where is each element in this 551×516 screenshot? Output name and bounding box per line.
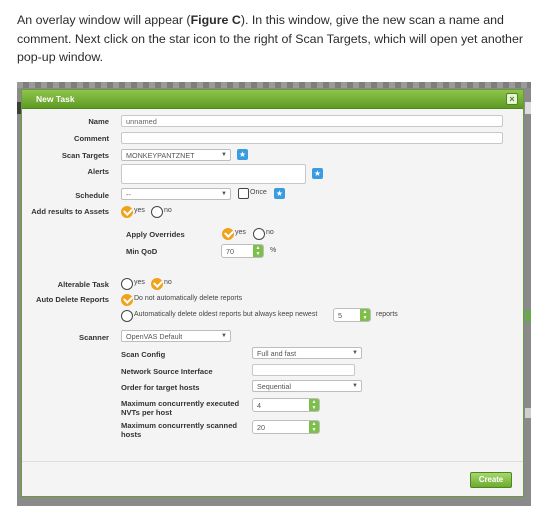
max-nvts-value: 4 [257, 401, 261, 410]
schedule-label: Schedule [75, 191, 109, 200]
chevron-down-icon: ▼ [221, 191, 227, 197]
auto-delete-off-radio[interactable] [121, 294, 133, 306]
max-hosts-stepper[interactable]: 20 ▲ ▼ [252, 420, 320, 434]
background-edge-right-grey [525, 408, 531, 418]
alterable-task-label: Alterable Task [57, 280, 109, 289]
alterable-no-radio[interactable] [151, 278, 163, 290]
order-value: Sequential [257, 382, 291, 391]
scan-config-value: Full and fast [257, 349, 297, 358]
auto-delete-off-label: Do not automatically delete reports [134, 295, 243, 302]
stepper-arrows-icon[interactable]: ▲ ▼ [253, 245, 263, 257]
scan-targets-value: MONKEYPANTZNET [126, 151, 195, 160]
max-nvts-label: Maximum concurrently executed NVTs per h… [121, 399, 240, 417]
schedule-select[interactable]: -- ▼ [121, 188, 231, 200]
auto-delete-count-value: 5 [338, 311, 342, 320]
auto-delete-count-stepper[interactable]: 5 ▲ ▼ [333, 308, 371, 322]
stepper-arrows-icon[interactable]: ▲ ▼ [309, 399, 319, 411]
comment-label: Comment [73, 134, 109, 143]
min-qod-stepper[interactable]: 70 ▲ ▼ [221, 244, 264, 258]
apply-overrides-label: Apply Overrides [126, 230, 185, 239]
star-icon[interactable]: ★ [237, 149, 248, 160]
nsi-label: Network Source Interface [121, 367, 213, 376]
apply-overrides-yes-radio[interactable] [222, 228, 234, 240]
order-select[interactable]: Sequential ▼ [252, 380, 362, 392]
max-hosts-value: 20 [257, 423, 265, 432]
scanner-select[interactable]: OpenVAS Default ▼ [121, 330, 231, 342]
stepper-arrows-icon[interactable]: ▲ ▼ [309, 421, 319, 433]
alerts-label: Alerts [87, 167, 109, 176]
scanner-value: OpenVAS Default [126, 332, 183, 341]
footer-divider [22, 461, 523, 462]
comment-input[interactable] [121, 132, 503, 144]
scan-config-select[interactable]: Full and fast ▼ [252, 347, 362, 359]
chevron-down-icon: ▼ [221, 333, 227, 339]
alterable-yes-radio[interactable] [121, 278, 133, 290]
chevron-down-icon: ▼ [352, 350, 358, 356]
auto-delete-keep-radio[interactable] [121, 310, 133, 322]
name-input[interactable]: unnamed [121, 115, 503, 127]
chevron-down-icon: ▼ [352, 383, 358, 389]
apply-overrides-yes-label: yes [235, 229, 246, 236]
max-hosts-label: Maximum concurrently scanned hosts [121, 421, 238, 439]
add-results-yes-radio[interactable] [121, 206, 133, 218]
alerts-select[interactable] [121, 164, 306, 184]
max-nvts-stepper[interactable]: 4 ▲ ▼ [252, 398, 320, 412]
min-qod-unit: % [270, 247, 277, 254]
close-icon[interactable]: × [506, 93, 518, 105]
create-button[interactable]: Create [470, 472, 512, 488]
intro-paragraph: An overlay window will appear (Figure C)… [17, 11, 537, 67]
add-results-no-radio[interactable] [151, 206, 163, 218]
intro-text-1: An overlay window will appear ( [17, 13, 191, 27]
schedule-once-label: Once [250, 189, 267, 196]
auto-delete-suffix: reports [376, 311, 398, 318]
order-label: Order for target hosts [121, 383, 200, 392]
figure-ref: Figure C [190, 13, 241, 27]
add-results-label: Add results to Assets [31, 207, 109, 216]
apply-overrides-no-radio[interactable] [253, 228, 265, 240]
scan-targets-label: Scan Targets [61, 151, 109, 160]
background-edge-right [525, 102, 531, 114]
auto-delete-label: Auto Delete Reports [36, 295, 109, 304]
schedule-value: -- [126, 190, 131, 199]
scan-targets-select[interactable]: MONKEYPANTZNET ▼ [121, 149, 231, 161]
background-stripe [17, 82, 531, 88]
chevron-down-icon: ▼ [221, 152, 227, 158]
background-edge-right-green [525, 310, 531, 322]
alterable-no-label: no [164, 279, 172, 286]
alterable-yes-label: yes [134, 279, 145, 286]
add-results-yes-label: yes [134, 207, 145, 214]
schedule-once-checkbox[interactable] [238, 188, 249, 199]
min-qod-label: Min QoD [126, 247, 158, 256]
scanner-label: Scanner [79, 333, 109, 342]
scan-config-label: Scan Config [121, 350, 166, 359]
dialog-titlebar: New Task × [22, 90, 523, 109]
auto-delete-keep-label: Automatically delete oldest reports but … [134, 311, 318, 318]
star-icon[interactable]: ★ [274, 188, 285, 199]
new-task-dialog: New Task × Name unnamed Comment Scan Tar… [21, 89, 524, 497]
add-results-no-label: no [164, 207, 172, 214]
stepper-arrows-icon[interactable]: ▲ ▼ [360, 309, 370, 321]
apply-overrides-no-label: no [266, 229, 274, 236]
star-icon[interactable]: ★ [312, 168, 323, 179]
screenshot-figure: New Task × Name unnamed Comment Scan Tar… [17, 82, 531, 506]
nsi-input[interactable] [252, 364, 355, 376]
dialog-title: New Task [36, 94, 75, 104]
name-label: Name [88, 117, 109, 126]
min-qod-value: 70 [226, 247, 234, 256]
